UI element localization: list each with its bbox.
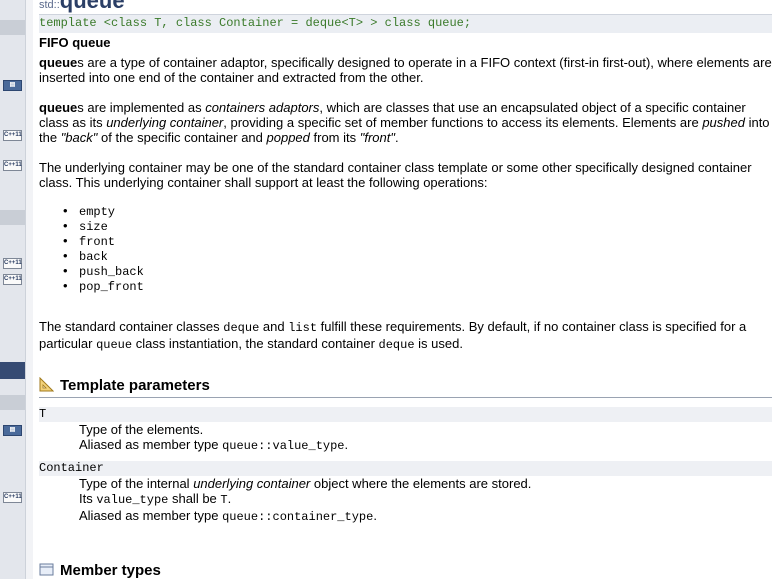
paragraph-text: s are implemented as: [77, 100, 206, 115]
section-divider: [39, 397, 772, 398]
term-queue: queue: [39, 100, 78, 115]
cpp11-badge-icon[interactable]: C++11: [3, 160, 22, 171]
paragraph-text: Aliased as member type: [79, 508, 223, 523]
list-item: push_back: [63, 263, 144, 279]
param-description-line: Aliased as member type queue::container_…: [79, 508, 531, 525]
paragraph-text: .: [344, 437, 349, 452]
emphasis: containers adaptors: [205, 100, 320, 115]
list-item: empty: [63, 203, 144, 219]
paragraph-text: from its: [309, 130, 360, 145]
paragraph-text: Its: [79, 491, 97, 506]
inline-code: queue::container_type: [222, 510, 374, 524]
paragraph-text: and: [259, 319, 289, 334]
intro-paragraph-2: queues are implemented as containers ada…: [39, 100, 772, 145]
param-Container-description: Type of the internal underlying containe…: [79, 476, 531, 525]
sidebar-separator: [0, 210, 25, 225]
class-prototype: template <class T, class Container = deq…: [39, 15, 772, 33]
sidebar-separator: [0, 395, 25, 410]
emphasis: underlying container: [106, 115, 224, 130]
list-item: pop_front: [63, 278, 144, 294]
emphasis: popped: [266, 130, 310, 145]
operations-list: empty size front back push_back pop_fron…: [63, 203, 144, 294]
paragraph-text: Aliased as member type: [79, 437, 223, 452]
paragraph-text: s are a type of container adaptor, speci…: [39, 55, 772, 85]
param-T-name: T: [39, 407, 772, 422]
paragraph-text: shall be: [168, 491, 221, 506]
paragraph-text: .: [373, 508, 377, 523]
paragraph-text: , providing a specific set of member fun…: [223, 115, 703, 130]
list-item: front: [63, 233, 144, 249]
cpp11-badge-icon[interactable]: C++11: [3, 130, 22, 141]
paragraph-text: is used.: [414, 336, 463, 351]
paragraph-text: The standard container classes: [39, 319, 224, 334]
param-description-line: Type of the elements.: [79, 422, 204, 437]
paragraph-text: class instantiation, the standard contai…: [132, 336, 379, 351]
set-square-icon: [39, 377, 54, 392]
emphasis: pushed: [702, 115, 745, 130]
section-title: Member types: [60, 562, 161, 579]
subtitle: FIFO queue: [39, 35, 111, 50]
paragraph-text: .: [227, 491, 232, 506]
namespace-label: std::: [39, 0, 60, 11]
list-item: back: [63, 248, 144, 264]
param-Container-name: Container: [39, 461, 772, 476]
class-name: queue: [59, 0, 125, 13]
param-T-description: Type of the elements. Aliased as member …: [79, 422, 348, 454]
emphasis: underlying container: [193, 476, 311, 491]
paragraph-text: Type of the internal: [79, 476, 194, 491]
list-item: size: [63, 218, 144, 234]
param-description-line: Type of the internal underlying containe…: [79, 476, 531, 491]
cpp11-badge-icon[interactable]: C++11: [3, 258, 22, 269]
cpp11-badge-icon[interactable]: C++11: [3, 274, 22, 285]
sidebar-border: [25, 0, 33, 579]
reference-icon[interactable]: ▤: [3, 80, 22, 91]
inline-code: queue: [96, 338, 133, 352]
template-parameters-heading: Template parameters: [39, 377, 772, 394]
paragraph-text: of the specific container and: [97, 130, 267, 145]
paragraph-text: .: [394, 130, 399, 145]
emphasis: "back": [60, 130, 98, 145]
intro-paragraph-1: queues are a type of container adaptor, …: [39, 55, 772, 85]
section-title: Template parameters: [60, 377, 210, 394]
inline-code: value_type: [96, 493, 169, 507]
inline-code: queue::value_type: [222, 439, 345, 453]
param-description-line: Its value_type shall be T.: [79, 491, 531, 508]
paragraph-text: object where the elements are stored.: [310, 476, 532, 491]
page-title: std::queue: [39, 0, 125, 14]
list-link[interactable]: list: [288, 321, 317, 335]
inline-code: T: [220, 493, 228, 507]
deque-link[interactable]: deque: [379, 338, 415, 352]
emphasis: "front": [359, 130, 395, 145]
term-queue: queue: [39, 55, 78, 70]
requirements-paragraph: The standard container classes deque and…: [39, 319, 772, 353]
cpp11-badge-icon[interactable]: C++11: [3, 492, 22, 503]
member-types-heading: Member types: [39, 562, 772, 579]
intro-paragraph-3: The underlying container may be one of t…: [39, 160, 752, 190]
param-description-line: Aliased as member type queue::value_type…: [79, 437, 348, 454]
left-sidebar: ▤ C++11 C++11 C++11 C++11 ▤ C++11: [0, 0, 25, 579]
sidebar-active-section[interactable]: [0, 362, 25, 379]
table-icon: [39, 563, 54, 576]
deque-link[interactable]: deque: [223, 321, 259, 335]
reference-icon[interactable]: ▤: [3, 425, 22, 436]
sidebar-separator: [0, 20, 25, 35]
